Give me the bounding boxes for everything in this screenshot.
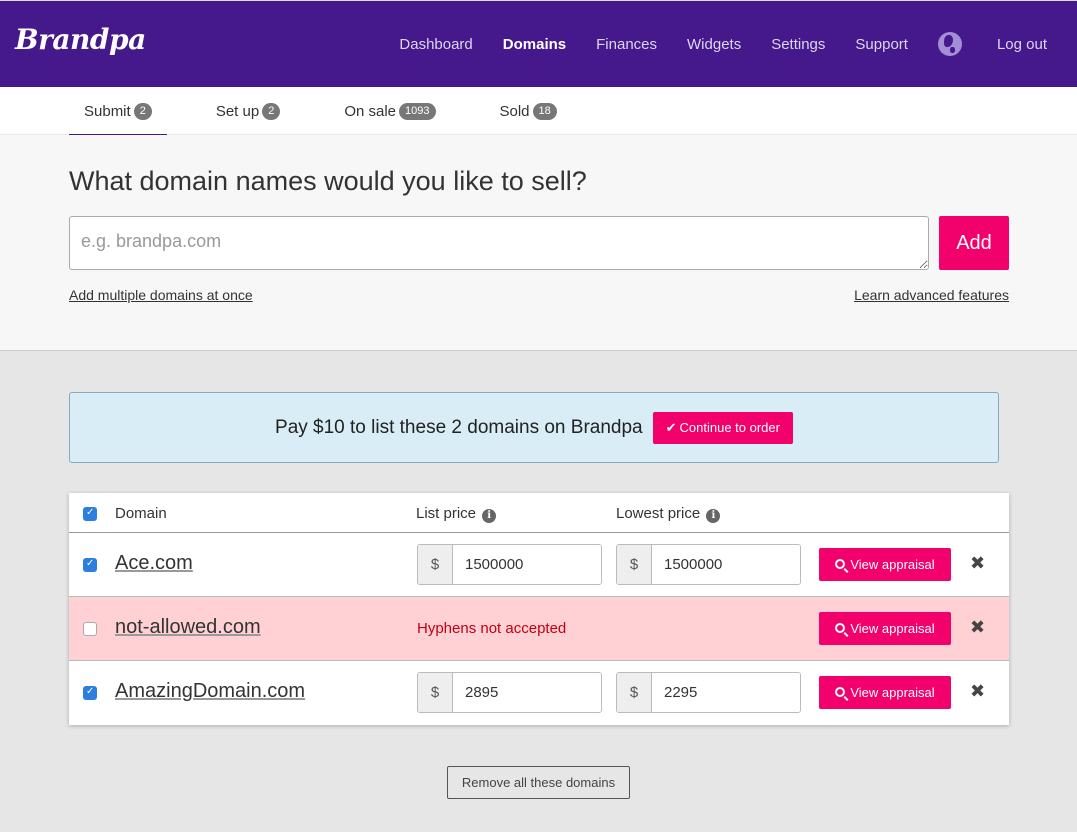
search-icon: [835, 686, 846, 697]
tab-on-sale[interactable]: On sale 1093: [329, 87, 450, 135]
pay-text: Pay $10 to list these 2 domains on Brand…: [275, 416, 643, 438]
count-badge: 2: [133, 102, 152, 120]
domain-input[interactable]: [69, 216, 929, 270]
header-list-price-label: List price: [416, 505, 477, 522]
nav-dashboard[interactable]: Dashboard: [399, 36, 472, 53]
count-badge: 18: [532, 102, 557, 120]
view-appraisal-button[interactable]: View appraisal: [819, 676, 951, 709]
top-navbar: Brandpa Dashboard Domains Finances Widge…: [0, 0, 1077, 87]
checkmark-icon: ✔: [665, 419, 677, 435]
submit-section: What domain names would you like to sell…: [0, 135, 1077, 351]
add-button[interactable]: Add: [939, 216, 1009, 270]
remove-icon[interactable]: ✖: [970, 553, 985, 574]
nav-finances[interactable]: Finances: [596, 36, 657, 53]
list-price-input[interactable]: [453, 673, 601, 712]
nav-support[interactable]: Support: [855, 36, 908, 53]
error-message: Hyphens not accepted: [417, 620, 567, 637]
globe-icon[interactable]: [937, 32, 962, 56]
list-price-field: $: [417, 672, 602, 713]
logout-link[interactable]: Log out: [997, 36, 1047, 53]
brandpa-logo[interactable]: Brandpa: [15, 23, 146, 56]
tab-submit[interactable]: Submit 2: [69, 87, 167, 136]
remove-all-button[interactable]: Remove all these domains: [447, 766, 630, 799]
nav-domains[interactable]: Domains: [503, 36, 566, 53]
main-content: Pay $10 to list these 2 domains on Brand…: [0, 351, 1077, 831]
lowest-price-field: $: [616, 672, 801, 713]
list-price-input[interactable]: [453, 545, 601, 584]
tab-label: On sale: [344, 102, 397, 120]
tab-label: Submit: [84, 102, 131, 120]
header-list-price: List price i: [416, 505, 497, 523]
nav-settings[interactable]: Settings: [771, 36, 825, 53]
list-price-field: $: [417, 544, 602, 585]
continue-label: Continue to order: [679, 420, 780, 435]
info-icon[interactable]: i: [706, 509, 721, 523]
remove-icon[interactable]: ✖: [970, 617, 985, 638]
search-icon: [835, 558, 846, 569]
table-row: not-allowed.com Hyphens not accepted Vie…: [69, 597, 1009, 661]
tab-set-up[interactable]: Set up 2: [201, 87, 296, 135]
domain-link[interactable]: AmazingDomain.com: [115, 680, 305, 703]
tab-label: Set up: [215, 102, 260, 120]
search-icon: [835, 622, 846, 633]
header-lowest-price-label: Lowest price: [616, 505, 701, 522]
nav-links: Dashboard Domains Finances Widgets Setti…: [399, 1, 1077, 87]
appraisal-label: View appraisal: [850, 621, 935, 636]
count-badge: 1093: [399, 102, 436, 120]
row-checkbox[interactable]: [83, 686, 97, 700]
pay-banner: Pay $10 to list these 2 domains on Brand…: [69, 392, 999, 463]
appraisal-label: View appraisal: [850, 685, 935, 700]
appraisal-label: View appraisal: [850, 557, 935, 572]
row-checkbox[interactable]: [83, 558, 97, 572]
tab-sold[interactable]: Sold 18: [485, 87, 572, 135]
add-multiple-link[interactable]: Add multiple domains at once: [69, 287, 253, 303]
view-appraisal-button[interactable]: View appraisal: [819, 548, 951, 581]
domain-tabs: Submit 2 Set up 2 On sale 1093 Sold 18: [0, 87, 1077, 136]
header-lowest-price: Lowest price i: [616, 505, 721, 523]
currency-addon: $: [617, 545, 652, 584]
nav-widgets[interactable]: Widgets: [687, 36, 741, 53]
lowest-price-field: $: [616, 544, 801, 585]
row-checkbox[interactable]: [83, 622, 97, 636]
currency-addon: $: [617, 673, 652, 712]
lowest-price-input[interactable]: [652, 545, 800, 584]
select-all-checkbox[interactable]: [83, 507, 97, 521]
currency-addon: $: [418, 545, 453, 584]
view-appraisal-button[interactable]: View appraisal: [819, 612, 951, 645]
header-domain: Domain: [115, 505, 167, 522]
remove-icon[interactable]: ✖: [970, 681, 985, 702]
advanced-features-link[interactable]: Learn advanced features: [854, 287, 1009, 303]
table-row: AmazingDomain.com $ $ View appraisal ✖: [69, 661, 1009, 725]
page-title: What domain names would you like to sell…: [69, 166, 587, 196]
tab-label: Sold: [499, 102, 530, 120]
continue-to-order-button[interactable]: ✔ Continue to order: [652, 411, 793, 444]
count-badge: 2: [262, 102, 281, 120]
currency-addon: $: [418, 673, 453, 712]
domain-link[interactable]: Ace.com: [115, 552, 193, 575]
table-header: Domain List price i Lowest price i: [69, 493, 1009, 533]
domain-table: Domain List price i Lowest price i Ace.c…: [69, 493, 1009, 725]
table-row: Ace.com $ $ View appraisal ✖: [69, 533, 1009, 597]
lowest-price-input[interactable]: [652, 673, 800, 712]
info-icon[interactable]: i: [482, 509, 497, 523]
domain-link[interactable]: not-allowed.com: [115, 616, 261, 639]
